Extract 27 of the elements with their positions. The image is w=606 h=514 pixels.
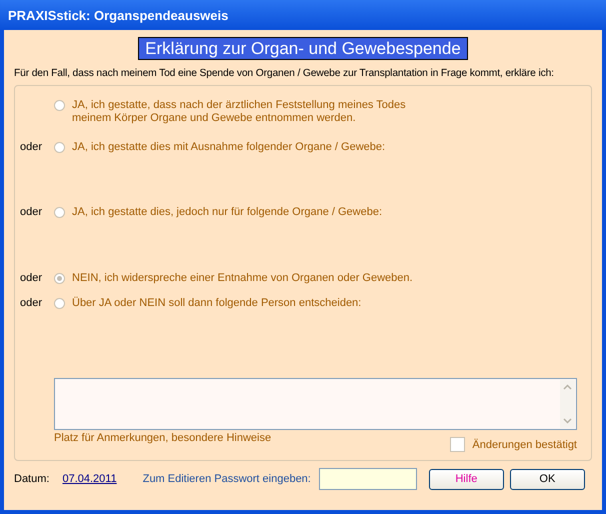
or-label: oder [20,141,44,153]
or-label: oder [20,297,44,309]
ok-button[interactable]: OK [510,468,585,490]
radio-button[interactable] [54,273,65,284]
radio-button[interactable] [54,100,65,111]
option-label: NEIN, ich widerspreche einer Entnahme von Organen oder Geweben. [72,272,413,285]
notes-field[interactable] [54,378,577,430]
section-heading: Erklärung zur Organ- und Gewebespende [138,37,468,60]
window-title: PRAXISstick: Organspendeausweis [8,8,228,22]
date-link[interactable]: 07.04.2011 [62,473,117,485]
or-label: oder [20,206,44,218]
date-label: Datum: [14,473,50,485]
radio-button[interactable] [54,207,65,218]
radio-button[interactable] [54,142,65,153]
password-label: Zum Editieren Passwort eingeben: [142,473,311,485]
or-label: oder [20,272,44,284]
option-label: JA, ich gestatte, dass nach der ärztlichen Feststellung meines Todes meinem Körper Organe und Gewebe entnommen werden. [72,99,406,125]
intro-text: Für den Fall, dass nach meinem Tod eine Spende von Organen / Gewebe zur Transplantation in Frage kommt, erkläre ich: [14,68,554,79]
checkbox-label: Änderungen bestätigt [472,438,577,450]
option-label: JA, ich gestatte dies, jedoch nur für folgende Organe / Gewebe: [72,206,382,219]
password-field[interactable] [318,468,417,490]
option-label: JA, ich gestatte dies mit Ausnahme folgender Organe / Gewebe: [72,141,386,154]
option-label: Über JA oder NEIN soll dann folgende Person entscheiden: [72,297,362,310]
notes-caption: Platz für Anmerkungen, besondere Hinweise [54,432,272,446]
help-button[interactable]: Hilfe [428,468,504,490]
checkbox[interactable] [450,437,466,452]
radio-button[interactable] [54,298,65,309]
